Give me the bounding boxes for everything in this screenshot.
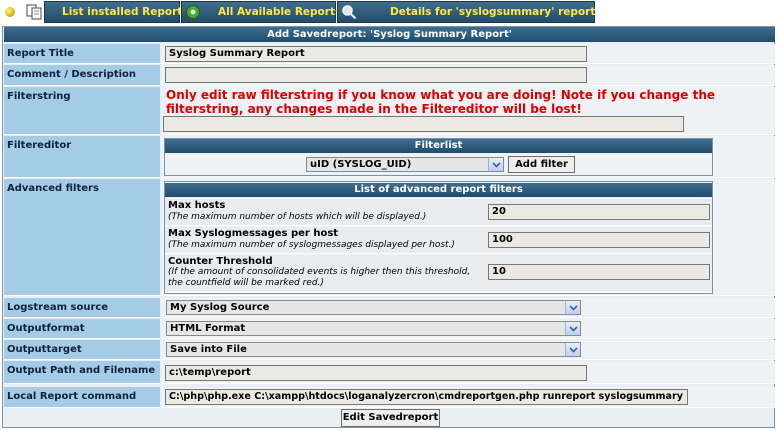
filter-field-select-value: uID (SYSLOG_UID) — [310, 159, 412, 170]
nav-report-details-label: Details for 'syslogsummary' report — [390, 6, 596, 18]
report-title-label: Report Title — [4, 44, 160, 64]
outputformat-label: Outputformat — [4, 319, 160, 339]
gear-icon — [185, 4, 201, 23]
documents-icon — [26, 4, 44, 23]
chevron-down-icon — [488, 158, 503, 171]
nav-all-available-label: All Available Reports — [218, 6, 342, 18]
filterlist-header: Filterlist — [165, 139, 712, 153]
advanced-filter-name: Max hosts — [168, 200, 226, 211]
advanced-filter-desc: (The maximum number of hosts which will … — [168, 212, 427, 222]
top-navigation: List installed Reports All Available Rep… — [0, 0, 777, 24]
chevron-down-icon — [565, 301, 580, 314]
max-messages-input[interactable]: 100 — [488, 232, 710, 248]
nav-all-available-reports[interactable]: All Available Reports — [181, 1, 341, 23]
outputformat-select[interactable]: HTML Format — [166, 321, 581, 336]
advanced-filters-header: List of advanced report filters — [165, 183, 712, 197]
nav-list-installed-label: List installed Reports — [62, 6, 189, 18]
report-title-input[interactable]: Syslog Summary Report — [165, 46, 587, 62]
comment-label: Comment / Description — [4, 65, 160, 86]
counter-threshold-input[interactable]: 10 — [488, 264, 710, 280]
advanced-filter-desc: (If the amount of consolidated events is… — [168, 267, 471, 288]
max-hosts-input[interactable]: 20 — [488, 204, 710, 220]
filter-field-select[interactable]: uID (SYSLOG_UID) — [306, 157, 504, 172]
advanced-filters-label: Advanced filters — [4, 179, 160, 296]
advanced-filter-desc: (The maximum number of syslogmessages di… — [168, 240, 455, 250]
comment-input[interactable] — [165, 67, 587, 83]
nav-list-installed-reports[interactable]: List installed Reports — [44, 1, 189, 23]
outputtarget-value: Save into File — [170, 344, 247, 355]
outputtarget-label: Outputtarget — [4, 340, 160, 360]
logstream-source-label: Logstream source — [4, 298, 160, 318]
search-icon — [341, 4, 357, 23]
form-title: Add Savedreport: 'Syslog Summary Report' — [4, 27, 775, 42]
filterstring-input[interactable] — [163, 116, 684, 132]
advanced-filter-name: Max Syslogmessages per host — [168, 228, 339, 239]
output-path-input[interactable]: c:\temp\report — [165, 365, 587, 381]
filterstring-label: Filterstring — [4, 87, 160, 135]
filterstring-warning: Only edit raw filterstring if you know w… — [166, 88, 715, 116]
local-command-label: Local Report command — [4, 387, 160, 408]
bullet-icon — [5, 7, 15, 17]
outputformat-value: HTML Format — [170, 323, 246, 334]
logstream-source-value: My Syslog Source — [170, 302, 270, 313]
nav-report-details[interactable]: Details for 'syslogsummary' report — [337, 1, 595, 23]
outputtarget-select[interactable]: Save into File — [166, 342, 581, 357]
output-path-label: Output Path and Filename — [4, 361, 160, 384]
add-filter-button[interactable]: Add filter — [508, 156, 575, 173]
local-command-input[interactable]: C:\php\php.exe C:\xampp\htdocs\loganalyz… — [165, 389, 688, 405]
edit-savedreport-button[interactable]: Edit Savedreport — [341, 409, 440, 427]
chevron-down-icon — [565, 322, 580, 335]
filtereditor-label: Filtereditor — [4, 136, 160, 178]
logstream-source-select[interactable]: My Syslog Source — [166, 300, 581, 315]
chevron-down-icon — [565, 343, 580, 356]
advanced-filter-name: Counter Threshold — [168, 256, 273, 267]
